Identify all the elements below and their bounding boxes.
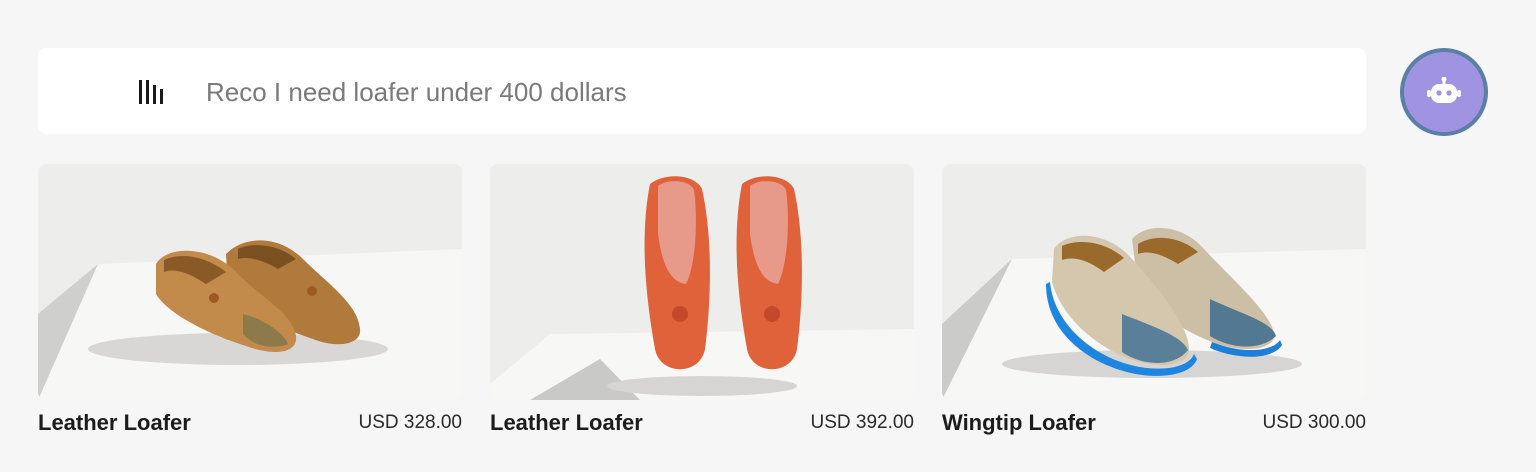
product-name[interactable]: Leather Loafer	[490, 410, 643, 436]
product-price: USD 328.00	[358, 412, 462, 433]
search-input[interactable]: Reco I need loafer under 400 dollars	[206, 48, 627, 134]
product-meta: Leather Loafer USD 328.00	[38, 410, 462, 438]
search-bar[interactable]: Reco I need loafer under 400 dollars	[38, 48, 1366, 134]
product-image[interactable]	[490, 164, 914, 400]
filter-bars-icon[interactable]	[138, 78, 168, 106]
assistant-button-face	[1404, 52, 1484, 132]
product-card[interactable]: Leather Loafer USD 328.00	[38, 164, 462, 435]
product-card[interactable]: Leather Loafer USD 392.00	[490, 164, 914, 435]
product-price: USD 392.00	[810, 412, 914, 433]
product-name[interactable]: Leather Loafer	[38, 410, 191, 436]
product-name[interactable]: Wingtip Loafer	[942, 410, 1096, 436]
product-price: USD 300.00	[1262, 412, 1366, 433]
product-meta: Wingtip Loafer USD 300.00	[942, 410, 1366, 438]
product-card[interactable]: Wingtip Loafer USD 300.00	[942, 164, 1366, 435]
product-image[interactable]	[942, 164, 1366, 400]
assistant-button[interactable]	[1400, 48, 1488, 136]
product-image[interactable]	[38, 164, 462, 400]
robot-icon	[1427, 77, 1461, 103]
product-meta: Leather Loafer USD 392.00	[490, 410, 914, 438]
